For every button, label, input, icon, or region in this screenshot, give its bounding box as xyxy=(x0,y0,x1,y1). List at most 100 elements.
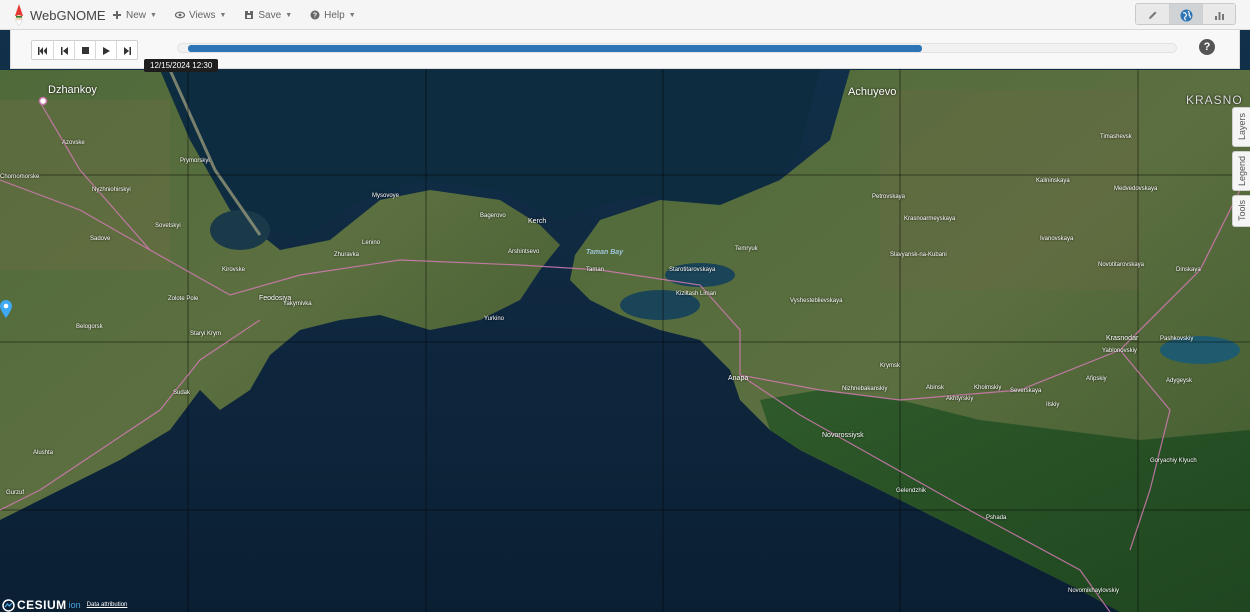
place-label: Pshada xyxy=(986,515,1007,521)
menu-help[interactable]: ? Help ▼ xyxy=(310,10,356,21)
place-label: Anapa xyxy=(728,375,749,382)
menu-save[interactable]: Save ▼ xyxy=(244,10,292,21)
tab-legend-label: Legend xyxy=(1236,155,1247,187)
place-label: Timashevsk xyxy=(1100,134,1132,140)
spill-location-pin-icon[interactable] xyxy=(0,300,12,318)
place-label: Dinskaya xyxy=(1176,267,1201,273)
caret-down-icon: ▼ xyxy=(150,11,157,19)
stop-icon xyxy=(81,47,89,54)
menu-save-label: Save xyxy=(258,9,282,21)
place-label: Yakymivka xyxy=(283,301,312,307)
water-label: Kiziltash Liman xyxy=(676,291,717,297)
place-label: Temryuk xyxy=(735,246,758,252)
caret-down-icon: ▼ xyxy=(348,11,356,19)
place-label: Mysovoye xyxy=(372,193,400,199)
data-attribution-link[interactable]: Data attribution xyxy=(87,602,128,608)
place-label: Gelendzhik xyxy=(896,488,927,494)
gnome-logo-icon xyxy=(15,4,23,26)
play-button[interactable] xyxy=(95,41,116,60)
main-menu: New ▼ Views ▼ Save ▼ ? Help ▼ xyxy=(112,0,356,30)
step-back-button[interactable] xyxy=(53,41,74,60)
place-label: Gurzuf xyxy=(6,490,25,496)
place-label: Pashkovskiy xyxy=(1160,336,1194,342)
place-label: Zhuravka xyxy=(334,252,360,258)
place-label: Nyzhniohirskyi xyxy=(92,187,131,193)
place-label: Novotitarovskaya xyxy=(1098,262,1145,268)
pencil-icon xyxy=(1149,11,1157,19)
menu-views[interactable]: Views ▼ xyxy=(174,9,227,21)
top-navbar: WebGNOME New ▼ Views ▼ Save ▼ ? Help ▼ xyxy=(0,0,1250,30)
place-label: Bagerovo xyxy=(480,213,506,219)
menu-help-label: Help xyxy=(324,9,345,21)
city-marker-icon xyxy=(38,96,48,106)
region-label: KRASNO xyxy=(1186,93,1243,107)
step-back-icon xyxy=(60,46,68,55)
place-label: Zolote Pole xyxy=(168,296,199,302)
tab-legend[interactable]: Legend xyxy=(1232,151,1250,191)
playback-help-button[interactable]: ? xyxy=(1199,39,1215,55)
caret-down-icon: ▼ xyxy=(219,11,227,19)
globe-icon xyxy=(1180,9,1192,21)
place-label: Goryachiy Klyuch xyxy=(1150,458,1197,464)
place-label: Nizhnebakanskiy xyxy=(842,386,888,392)
place-label: Kholmskiy xyxy=(974,385,1002,391)
place-label: Ivanovskaya xyxy=(1040,236,1074,242)
tab-layers-label: Layers xyxy=(1236,113,1247,141)
place-label: Chornomorske xyxy=(0,174,40,180)
setup-view-button[interactable] xyxy=(1136,4,1169,24)
place-label: Krasnoarmeyskaya xyxy=(904,216,956,222)
rewind-to-start-button[interactable] xyxy=(32,41,53,60)
step-forward-icon xyxy=(123,46,131,55)
step-forward-button[interactable] xyxy=(116,41,137,60)
map-view-button[interactable] xyxy=(1169,4,1202,24)
eye-icon xyxy=(174,11,185,19)
place-label: Belogorsk xyxy=(76,324,103,330)
map-canvas[interactable]: Dzhankoy Achuyevo KRASNO Kerch Taman Bay… xyxy=(0,30,1250,612)
tab-tools[interactable]: Tools xyxy=(1232,195,1250,227)
plus-icon xyxy=(113,11,121,19)
place-label: Vyshesteblievskaya xyxy=(790,298,843,304)
place-label: Sadove xyxy=(90,236,111,242)
app-title: WebGNOME xyxy=(30,7,106,23)
place-label: Prymorskyi xyxy=(180,158,210,164)
svg-text:?: ? xyxy=(313,13,317,20)
bar-chart-icon xyxy=(1214,11,1224,20)
place-label: Novomikhaylovskiy xyxy=(1068,588,1120,594)
place-label: Adygeysk xyxy=(1166,378,1193,384)
place-label: Akhtyrskiy xyxy=(946,396,974,402)
brand[interactable]: WebGNOME xyxy=(12,4,106,26)
tab-layers[interactable]: Layers xyxy=(1232,107,1250,147)
place-label: Yablonovskiy xyxy=(1102,348,1137,354)
place-label: Medvedovskaya xyxy=(1114,186,1158,192)
save-icon xyxy=(245,11,254,19)
question-circle-icon: ? xyxy=(310,10,320,20)
place-label: Kirovske xyxy=(222,267,246,273)
side-tabs: Layers Legend Tools xyxy=(1232,107,1250,227)
place-label: Petrovskaya xyxy=(872,194,906,200)
fate-view-button[interactable] xyxy=(1202,4,1235,24)
place-label: Dzhankoy xyxy=(48,84,97,96)
place-label: Alushta xyxy=(33,450,54,456)
play-icon xyxy=(102,46,110,55)
time-slider[interactable] xyxy=(177,43,1177,53)
place-label: Kalininskaya xyxy=(1036,178,1070,184)
menu-new[interactable]: New ▼ xyxy=(112,10,157,21)
place-label: Ilskiy xyxy=(1046,402,1060,408)
stop-button[interactable] xyxy=(74,41,95,60)
current-time-badge: 12/15/2024 12:30 xyxy=(144,59,219,72)
menu-views-label: Views xyxy=(188,9,216,21)
rewind-to-start-icon xyxy=(38,46,47,55)
place-label: Staryi Krym xyxy=(190,331,222,337)
place-label: Achuyevo xyxy=(848,86,897,98)
place-label: Taman xyxy=(586,267,605,273)
place-label: Arshintsevo xyxy=(508,249,540,255)
place-label: Lenino xyxy=(362,240,381,246)
place-label: Azovske xyxy=(62,140,85,146)
caret-down-icon: ▼ xyxy=(285,11,293,19)
water-label: Taman Bay xyxy=(586,249,624,256)
view-switcher xyxy=(1135,3,1236,25)
place-label: Kerch xyxy=(528,218,547,225)
place-label: Sudak xyxy=(173,390,191,396)
cesium-brand: CESIUM xyxy=(17,598,67,612)
place-label: Afipskiy xyxy=(1086,376,1107,382)
